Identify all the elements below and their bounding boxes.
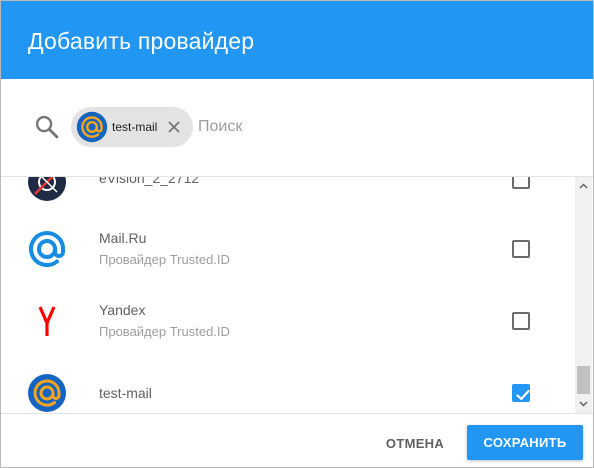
selected-provider-chip[interactable]: test-mail <box>71 107 193 147</box>
yandex-logo-icon <box>38 306 56 336</box>
evision-logo-icon <box>28 177 66 201</box>
dialog-header: Добавить провайдер <box>1 1 593 79</box>
chip-remove-icon[interactable] <box>165 118 183 136</box>
scroll-up-icon[interactable] <box>578 181 589 192</box>
mailru-logo-icon <box>29 231 65 267</box>
search-bar: test-mail <box>1 79 593 177</box>
search-icon <box>35 115 59 139</box>
list-item[interactable]: Mail.Ru Провайдер Trusted.ID <box>1 213 575 285</box>
provider-name: Mail.Ru <box>99 230 147 246</box>
scroll-thumb[interactable] <box>577 366 590 394</box>
cancel-button[interactable]: ОТМЕНА <box>375 428 455 460</box>
provider-checkbox[interactable] <box>512 384 530 402</box>
checkmark-icon <box>516 389 530 401</box>
provider-name: eVision_2_2712 <box>99 177 200 186</box>
provider-checkbox[interactable] <box>512 177 530 189</box>
list-item[interactable]: test-mail <box>1 357 575 413</box>
provider-checkbox[interactable] <box>512 312 530 330</box>
scroll-down-icon[interactable] <box>578 398 589 409</box>
provider-checkbox[interactable] <box>512 240 530 258</box>
search-input[interactable] <box>198 115 558 139</box>
list-item[interactable]: eVision_2_2712 <box>1 177 575 218</box>
provider-list: eVision_2_2712 Mail.Ru Провайдер Trusted… <box>1 177 575 413</box>
dialog-footer: ОТМЕНА СОХРАНИТЬ <box>1 413 593 467</box>
at-sign-icon <box>76 111 108 143</box>
save-button[interactable]: СОХРАНИТЬ <box>467 425 583 460</box>
chip-label: test-mail <box>112 120 158 134</box>
provider-name: test-mail <box>99 385 152 401</box>
provider-name: Yandex <box>99 302 146 318</box>
list-item[interactable]: Yandex Провайдер Trusted.ID <box>1 285 575 357</box>
provider-subtitle: Провайдер Trusted.ID <box>99 252 230 267</box>
dialog-title: Добавить провайдер <box>28 28 255 54</box>
provider-subtitle: Провайдер Trusted.ID <box>99 324 230 339</box>
add-provider-dialog: Добавить провайдер test-mail Поиск eVisi… <box>0 0 594 468</box>
list-scrollbar[interactable] <box>575 177 592 413</box>
at-sign-icon <box>28 374 66 412</box>
